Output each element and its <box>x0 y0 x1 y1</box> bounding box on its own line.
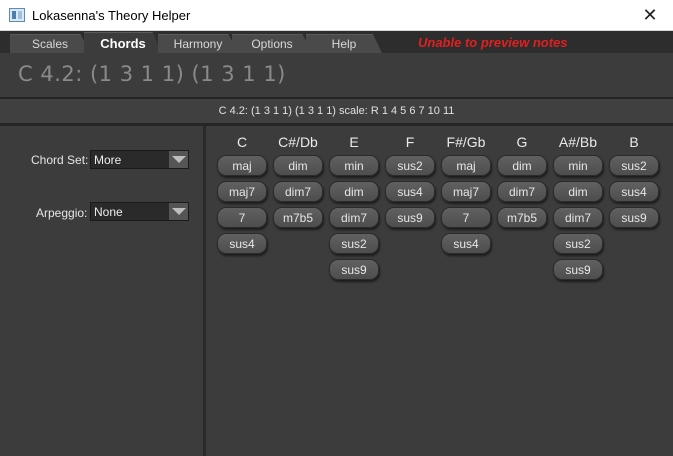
chord-button[interactable]: dim7 <box>273 181 323 202</box>
app-icon <box>9 8 25 22</box>
chord-button[interactable]: 7 <box>441 207 491 228</box>
chord-button[interactable]: sus9 <box>553 259 603 280</box>
chord-set-value: More <box>94 153 122 167</box>
chord-button[interactable]: maj7 <box>217 181 267 202</box>
close-button[interactable]: ✕ <box>627 0 673 31</box>
chord-button[interactable]: dim7 <box>497 181 547 202</box>
chord-button[interactable]: sus4 <box>385 181 435 202</box>
root-label: C#/Db <box>278 134 318 150</box>
chord-button[interactable]: sus9 <box>609 207 659 228</box>
root-label: B <box>629 134 639 150</box>
chevron-down-icon[interactable] <box>169 151 188 168</box>
root-column-asharp-bb: A#/Bb min dim dim7 sus2 sus9 <box>552 134 604 285</box>
chord-button[interactable]: maj7 <box>441 181 491 202</box>
arpeggio-value: None <box>94 205 123 219</box>
chord-button[interactable]: sus4 <box>217 233 267 254</box>
info-line: C 4.2: (1 3 1 1) (1 3 1 1) scale: R 1 4 … <box>0 99 673 123</box>
title-bar: Lokasenna's Theory Helper ✕ <box>0 0 673 31</box>
tab-chords[interactable]: Chords <box>84 32 162 54</box>
chord-set-label: Chord Set: <box>31 153 89 167</box>
root-label: F <box>405 134 415 150</box>
root-label: G <box>516 134 528 150</box>
chord-button[interactable]: sus4 <box>441 233 491 254</box>
tab-help[interactable]: Help <box>306 34 382 53</box>
tab-options[interactable]: Options <box>232 34 312 53</box>
chevron-down-icon[interactable] <box>169 203 188 220</box>
chord-button[interactable]: sus9 <box>385 207 435 228</box>
tab-harmony[interactable]: Harmony <box>158 34 238 53</box>
root-label: F#/Gb <box>446 134 486 150</box>
chord-button[interactable]: sus2 <box>329 233 379 254</box>
root-column-f: F sus2 sus4 sus9 <box>384 134 436 233</box>
chord-button[interactable]: m7b5 <box>273 207 323 228</box>
chord-button[interactable]: m7b5 <box>497 207 547 228</box>
chord-button[interactable]: min <box>329 155 379 176</box>
chord-button[interactable]: sus9 <box>329 259 379 280</box>
root-label: E <box>349 134 359 150</box>
root-column-fsharp-gb: F#/Gb maj maj7 7 sus4 <box>440 134 492 259</box>
chord-button[interactable]: 7 <box>217 207 267 228</box>
tab-strip: Scales Chords Harmony Options Help Unabl… <box>0 31 673 54</box>
chord-display: C 4.2: (1 3 1 1) (1 3 1 1) <box>18 62 286 86</box>
chord-grid: C maj maj7 7 sus4 C#/Db dim dim7 m7b5 E … <box>206 126 673 456</box>
left-panel: Chord Set: More Arpeggio: None <box>0 126 203 456</box>
root-label: C <box>236 134 248 150</box>
window-title: Lokasenna's Theory Helper <box>32 8 191 23</box>
tab-scales[interactable]: Scales <box>10 34 90 53</box>
chord-button[interactable]: dim7 <box>329 207 379 228</box>
root-column-c: C maj maj7 7 sus4 <box>216 134 268 259</box>
chord-button[interactable]: dim <box>273 155 323 176</box>
chord-button[interactable]: sus2 <box>553 233 603 254</box>
root-column-b: B sus2 sus4 sus9 <box>608 134 660 233</box>
root-column-g: G dim dim7 m7b5 <box>496 134 548 233</box>
root-column-csharp-db: C#/Db dim dim7 m7b5 <box>272 134 324 233</box>
chord-set-select[interactable]: More <box>90 150 189 169</box>
root-label: A#/Bb <box>558 134 598 150</box>
chord-button[interactable]: sus2 <box>385 155 435 176</box>
chord-button[interactable]: dim <box>553 181 603 202</box>
chord-button[interactable]: sus2 <box>609 155 659 176</box>
arpeggio-select[interactable]: None <box>90 202 189 221</box>
chord-button[interactable]: dim <box>329 181 379 202</box>
chord-button[interactable]: sus4 <box>609 181 659 202</box>
chord-button[interactable]: maj <box>441 155 491 176</box>
arpeggio-label: Arpeggio: <box>36 206 88 220</box>
chord-button[interactable]: dim <box>497 155 547 176</box>
preview-warning: Unable to preview notes <box>418 35 568 50</box>
chord-button[interactable]: min <box>553 155 603 176</box>
root-column-e: E min dim dim7 sus2 sus9 <box>328 134 380 285</box>
chord-button[interactable]: dim7 <box>553 207 603 228</box>
chord-button[interactable]: maj <box>217 155 267 176</box>
